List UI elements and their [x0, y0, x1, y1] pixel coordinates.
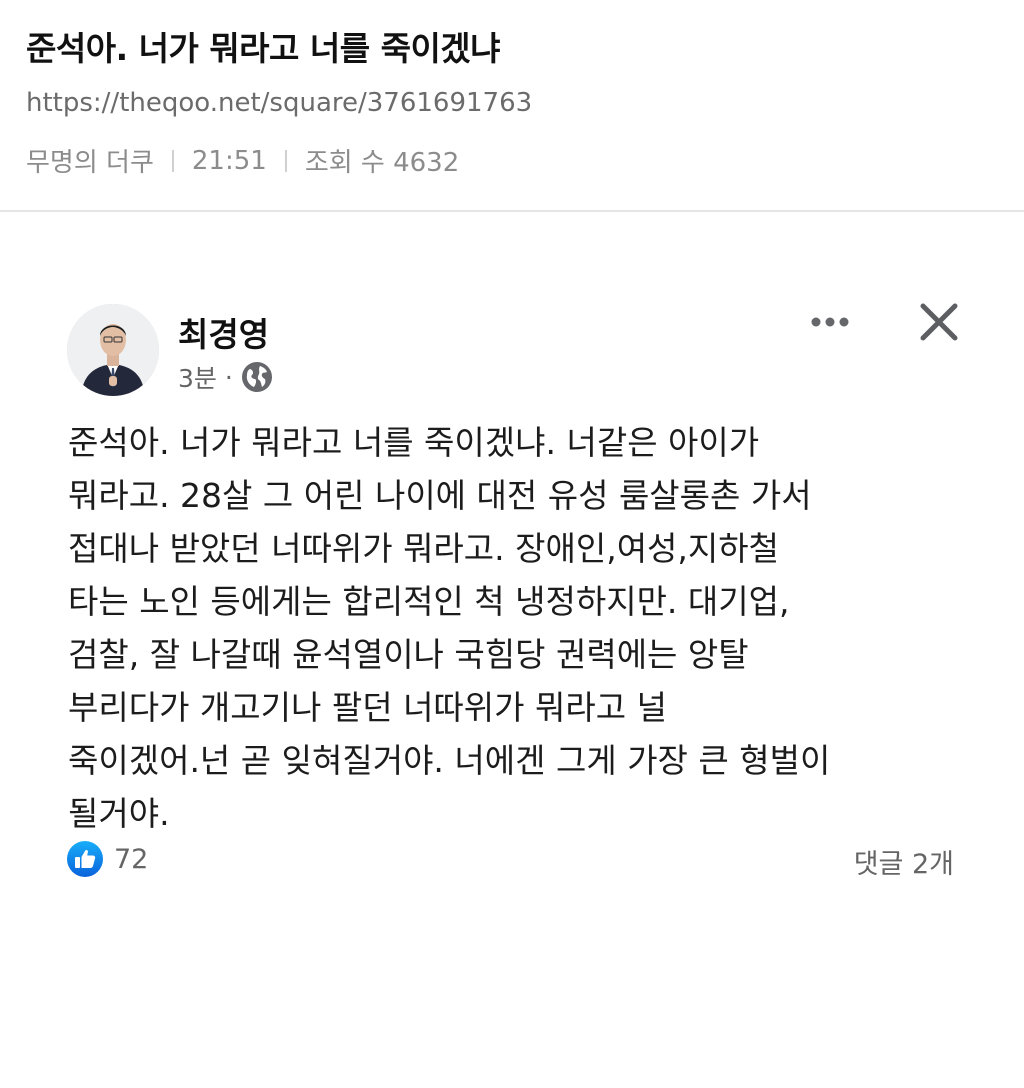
more-options-icon[interactable]	[800, 306, 860, 336]
post-time-ago[interactable]: 3분	[178, 359, 217, 395]
close-icon[interactable]	[915, 298, 963, 346]
post-text-line: 죽이겠어.넌 곧 잊혀질거야. 너에겐 그게 가장 큰 형벌이	[68, 741, 831, 780]
post-url-link[interactable]: https://theqoo.net/square/3761691763	[26, 88, 532, 118]
post-time: 21:51	[191, 145, 267, 176]
post-meta: 무명의 더쿠 21:51 조회 수 4632	[26, 142, 459, 179]
post-timestamp-row: 3분 ·	[178, 359, 273, 395]
post-text-line: 접대나 받았던 너따위가 뭐라고. 장애인,여성,지하철	[68, 529, 779, 568]
post-author: 무명의 더쿠	[26, 148, 154, 178]
separator-dot: ·	[224, 362, 233, 392]
like-thumbs-up-icon	[67, 841, 103, 877]
like-count: 72	[114, 843, 149, 875]
post-title: 준석아. 너가 뭐라고 너를 죽이겠냐	[26, 29, 501, 68]
globe-icon	[241, 362, 272, 392]
meta-divider	[284, 149, 287, 172]
post-text-line: 타는 노인 등에게는 합리적인 척 냉정하지만. 대기업,	[68, 582, 790, 621]
post-text-line: 될거야.	[68, 794, 170, 833]
post-body-text: 준석아. 너가 뭐라고 너를 죽이겠냐. 너같은 아이가 뭐라고. 28살 그 …	[68, 416, 968, 840]
post-text-line: 검찰, 잘 나갈때 윤석열이나 국힘당 권력에는 앙탈	[68, 635, 749, 674]
profile-photo-icon	[67, 304, 159, 396]
author-name[interactable]: 최경영	[178, 308, 269, 356]
facebook-post-card: 최경영 3분 · 준석아. 너가 뭐라고 너를 죽이겠냐. 너같은 아이가 뭐라…	[0, 214, 1024, 1088]
post-text-line: 준석아. 너가 뭐라고 너를 죽이겠냐. 너같은 아이가	[68, 423, 760, 462]
view-count: 조회 수 4632	[304, 148, 460, 178]
post-text-line: 뭐라고. 28살 그 어린 나이에 대전 유성 룸살롱촌 가서	[68, 476, 812, 515]
avatar[interactable]	[67, 304, 159, 396]
post-text-line: 부리다가 개고기나 팔던 너따위가 뭐라고 널	[68, 688, 667, 727]
reaction-summary[interactable]: 72	[66, 840, 148, 878]
post-header: 준석아. 너가 뭐라고 너를 죽이겠냐 https://theqoo.net/s…	[0, 0, 1024, 212]
meta-divider	[171, 149, 174, 172]
comment-count-link[interactable]: 댓글 2개	[854, 842, 954, 881]
